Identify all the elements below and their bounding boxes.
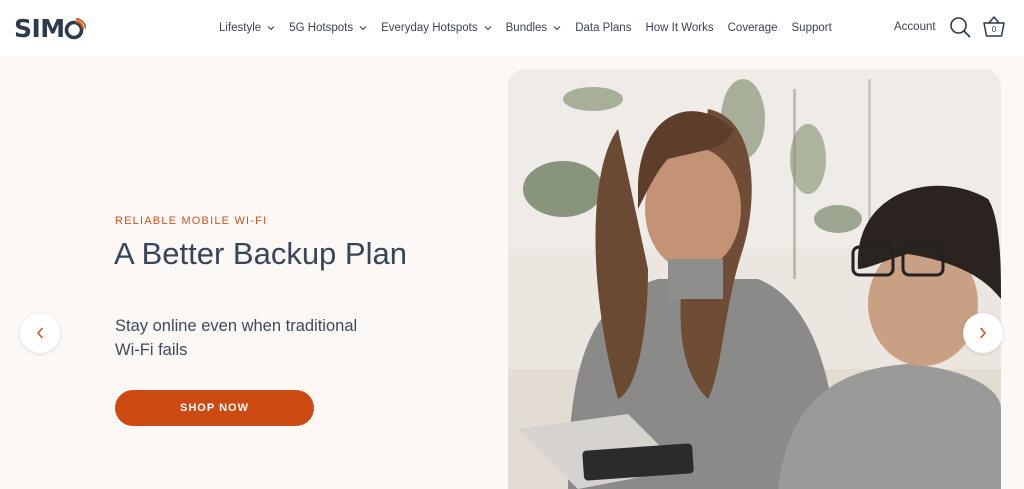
nav-item-5g-hotspots[interactable]: 5G Hotspots [289, 22, 367, 34]
nav-item-bundles[interactable]: Bundles [506, 22, 562, 34]
nav-label: Lifestyle [219, 22, 262, 34]
nav-item-lifestyle[interactable]: Lifestyle [219, 22, 275, 34]
nav-item-support[interactable]: Support [792, 22, 832, 34]
carousel-prev-button[interactable] [20, 313, 60, 353]
nav-label: Bundles [505, 22, 548, 34]
chevron-down-icon [359, 26, 367, 31]
nav-label: Support [791, 22, 832, 34]
account-link[interactable]: Account [894, 21, 936, 33]
chevron-down-icon [553, 26, 561, 31]
nav-item-everyday-hotspots[interactable]: Everyday Hotspots [381, 22, 492, 34]
site-header: SIM Lifestyle 5G Hotspots Everyday Hotsp… [0, 0, 1024, 56]
nav-label: Coverage [727, 22, 778, 34]
hero-subtitle: Stay online even when traditional Wi-Fi … [115, 317, 358, 359]
nav-label: Everyday Hotspots [381, 22, 478, 34]
hero-title: A Better Backup Plan [114, 236, 407, 271]
nav-label: How It Works [645, 22, 714, 34]
logo-o-signal-icon [64, 17, 87, 40]
chevron-right-icon [980, 327, 986, 339]
nav-label: 5G Hotspots [289, 22, 354, 34]
shop-now-button[interactable]: SHOP NOW [115, 390, 314, 426]
carousel-next-button[interactable] [963, 313, 1003, 353]
nav-item-data-plans[interactable]: Data Plans [575, 22, 631, 34]
search-icon[interactable] [949, 16, 971, 38]
chevron-left-icon [37, 327, 43, 339]
nav-item-how-it-works[interactable]: How It Works [645, 22, 713, 34]
simo-logo[interactable]: SIM [14, 13, 87, 43]
main-nav: Lifestyle 5G Hotspots Everyday Hotspots … [219, 0, 846, 56]
hero-photo [508, 69, 1001, 489]
chevron-down-icon [267, 26, 275, 31]
chevron-down-icon [484, 26, 492, 31]
cart-count: 0 [991, 25, 997, 34]
cart-button[interactable]: 0 [982, 14, 1006, 40]
hero-eyebrow: RELIABLE MOBILE WI-FI [115, 215, 268, 227]
nav-item-coverage[interactable]: Coverage [728, 22, 778, 34]
logo-text: SIM [14, 13, 65, 43]
nav-label: Data Plans [575, 22, 632, 34]
